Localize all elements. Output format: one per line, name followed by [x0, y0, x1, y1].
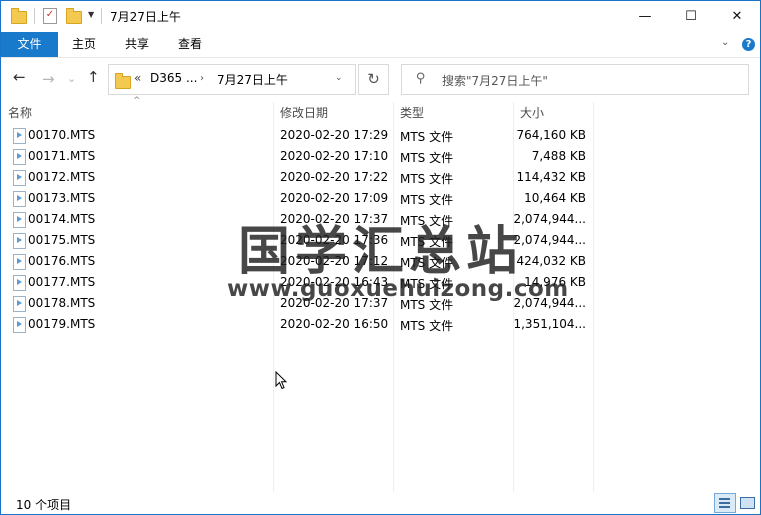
file-name: 00177.MTS — [28, 275, 96, 289]
quick-access-divider — [34, 8, 35, 24]
file-size: 114,432 KB — [516, 170, 586, 184]
title-bar: ✓ ▼ 7月27日上午 — ☐ ✕ — [1, 1, 760, 32]
file-name: 00170.MTS — [28, 128, 96, 142]
file-type: MTS 文件 — [400, 130, 454, 144]
back-arrow-icon[interactable]: ← — [13, 68, 26, 86]
maximize-button[interactable]: ☐ — [668, 1, 714, 32]
file-size: 424,032 KB — [516, 254, 586, 268]
column-header-size[interactable]: 大小 — [520, 104, 544, 122]
address-dropdown-icon[interactable]: ⌄ — [335, 73, 343, 83]
list-item[interactable]: 00170.MTS 2020-02-20 17:29 MTS 文件 764,16… — [1, 125, 601, 146]
file-type: MTS 文件 — [400, 319, 454, 333]
file-size: 10,464 KB — [524, 191, 586, 205]
tab-share[interactable]: 共享 — [115, 32, 159, 57]
close-button[interactable]: ✕ — [714, 1, 760, 32]
ribbon: 文件 主页 共享 查看 ⌄ ? — [1, 32, 760, 58]
details-view-button[interactable] — [714, 493, 736, 513]
breadcrumb-separator-icon[interactable]: › — [200, 73, 204, 84]
file-size: 2,074,944... — [513, 233, 586, 247]
file-name: 00172.MTS — [28, 170, 96, 184]
tab-home[interactable]: 主页 — [62, 32, 106, 57]
explorer-window: ✓ ▼ 7月27日上午 — ☐ ✕ 文件 主页 共享 查看 ⌄ ? ← → ⌄ … — [0, 0, 761, 515]
large-icons-view-button[interactable] — [737, 493, 757, 511]
breadcrumb-d365[interactable]: D365 ... — [150, 71, 197, 85]
video-file-icon — [13, 128, 26, 144]
recent-locations-chevron-icon[interactable]: ⌄ — [67, 72, 76, 85]
up-arrow-icon[interactable]: ↑ — [87, 68, 100, 86]
column-header-name[interactable]: 名称 — [8, 104, 32, 122]
tab-view[interactable]: 查看 — [168, 32, 212, 57]
tab-file[interactable]: 文件 — [1, 32, 58, 57]
navigation-bar: ← → ⌄ ↑ « D365 ... › 7月27日上午 ⌄ ↻ ⚲ 搜索"7月… — [1, 58, 760, 98]
file-size: 2,074,944... — [513, 212, 586, 226]
breadcrumb-overflow[interactable]: « — [134, 71, 141, 85]
search-box[interactable]: ⚲ 搜索"7月27日上午" — [401, 64, 749, 95]
video-file-icon — [13, 275, 26, 291]
file-name: 00175.MTS — [28, 233, 96, 247]
details-view-icon-line — [719, 506, 730, 508]
file-size: 7,488 KB — [531, 149, 586, 163]
watermark-title: 国学汇总站 — [238, 222, 524, 282]
minimize-button[interactable]: — — [622, 1, 668, 32]
file-type: MTS 文件 — [400, 193, 454, 207]
expand-ribbon-icon[interactable]: ⌄ — [721, 37, 729, 48]
video-file-icon — [13, 296, 26, 312]
breadcrumb-current[interactable]: 7月27日上午 — [217, 71, 288, 88]
list-item[interactable]: 00179.MTS 2020-02-20 16:50 MTS 文件 1,351,… — [1, 314, 601, 335]
refresh-icon: ↻ — [367, 70, 380, 88]
address-folder-icon — [115, 73, 131, 89]
file-name: 00176.MTS — [28, 254, 96, 268]
file-name: 00178.MTS — [28, 296, 96, 310]
video-file-icon — [13, 212, 26, 228]
file-name: 00179.MTS — [28, 317, 96, 331]
file-date: 2020-02-20 17:10 — [280, 149, 389, 163]
close-icon: ✕ — [731, 9, 743, 24]
search-icon: ⚲ — [416, 71, 426, 86]
window-title: 7月27日上午 — [110, 10, 181, 24]
file-size: 1,351,104... — [513, 317, 586, 331]
help-icon[interactable]: ? — [742, 38, 755, 51]
file-type: MTS 文件 — [400, 172, 454, 186]
file-name: 00173.MTS — [28, 191, 96, 205]
customize-quick-access-icon[interactable]: ▼ — [88, 10, 94, 19]
refresh-button[interactable]: ↻ — [358, 64, 389, 95]
properties-icon[interactable]: ✓ — [43, 8, 57, 24]
file-name: 00174.MTS — [28, 212, 96, 226]
details-view-icon-line — [719, 502, 730, 504]
file-date: 2020-02-20 17:22 — [280, 170, 389, 184]
list-item[interactable]: 00171.MTS 2020-02-20 17:10 MTS 文件 7,488 … — [1, 146, 601, 167]
title-divider — [101, 8, 102, 24]
column-header-date[interactable]: 修改日期 — [280, 104, 328, 122]
file-date: 2020-02-20 16:50 — [280, 317, 389, 331]
video-file-icon — [13, 317, 26, 333]
video-file-icon — [13, 149, 26, 165]
file-type: MTS 文件 — [400, 151, 454, 165]
video-file-icon — [13, 170, 26, 186]
video-file-icon — [13, 254, 26, 270]
file-date: 2020-02-20 17:29 — [280, 128, 389, 142]
list-item[interactable]: 00172.MTS 2020-02-20 17:22 MTS 文件 114,43… — [1, 167, 601, 188]
maximize-icon: ☐ — [685, 9, 697, 24]
details-view-icon — [719, 498, 730, 500]
list-item[interactable]: 00173.MTS 2020-02-20 17:09 MTS 文件 10,464… — [1, 188, 601, 209]
search-placeholder: 搜索"7月27日上午" — [442, 74, 548, 88]
video-file-icon — [13, 191, 26, 207]
folder-icon — [11, 8, 27, 24]
status-item-count: 10 个项目 — [16, 498, 72, 512]
mouse-cursor-icon — [275, 371, 287, 390]
new-folder-icon[interactable] — [66, 8, 82, 24]
video-file-icon — [13, 233, 26, 249]
minimize-icon: — — [638, 9, 652, 24]
large-icons-view-icon — [740, 497, 755, 509]
file-date: 2020-02-20 17:09 — [280, 191, 389, 205]
sort-ascending-icon: ^ — [133, 96, 141, 106]
column-header-type[interactable]: 类型 — [400, 104, 424, 122]
forward-arrow-icon[interactable]: → — [42, 70, 55, 88]
address-bar[interactable]: « D365 ... › 7月27日上午 ⌄ — [108, 64, 356, 95]
file-name: 00171.MTS — [28, 149, 96, 163]
watermark-url: www.guoxuehuizong.com — [227, 276, 569, 302]
file-size: 764,160 KB — [516, 128, 586, 142]
